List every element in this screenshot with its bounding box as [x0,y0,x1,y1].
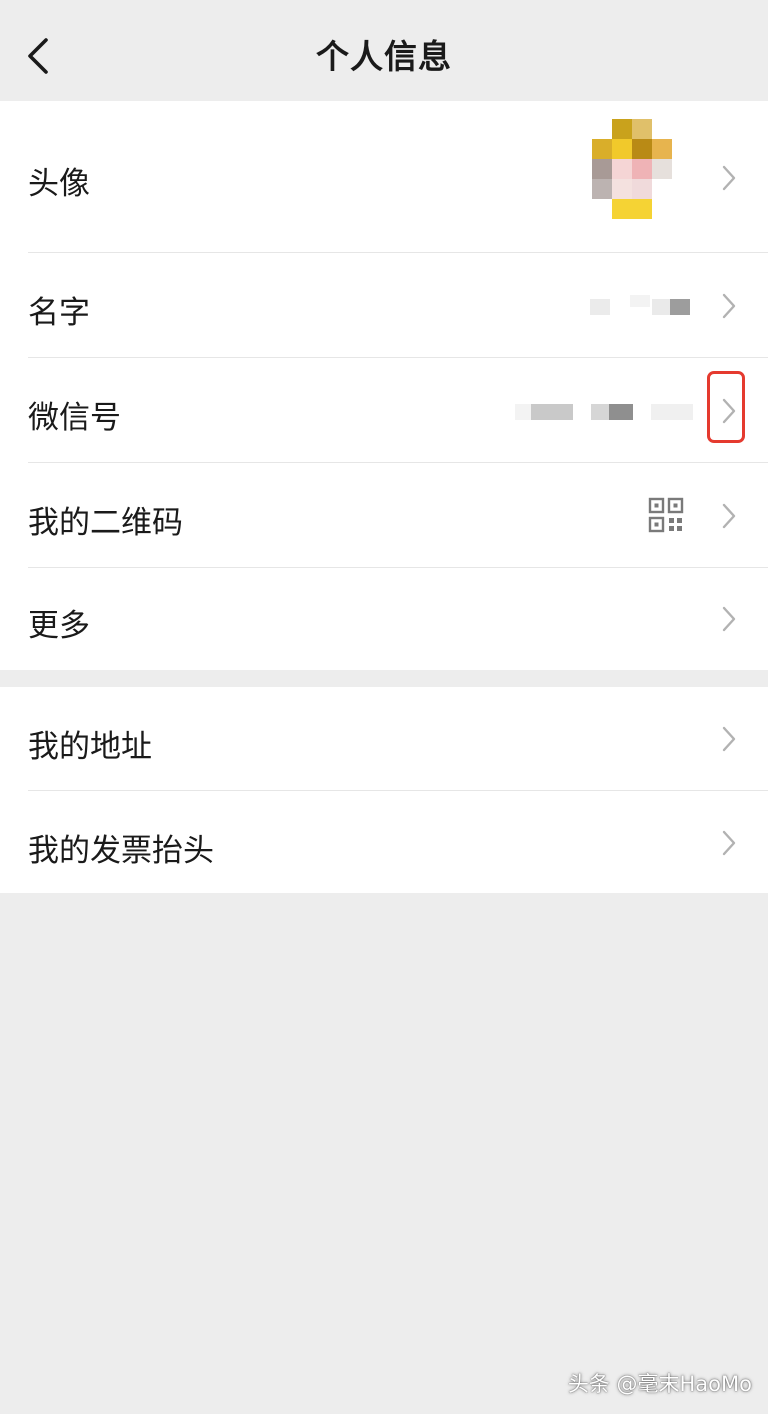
qr-code-icon [648,497,684,533]
list-item-my-address[interactable]: 我的地址 [0,687,768,791]
avatar-label: 头像 [28,166,90,202]
chevron-right-icon [722,606,736,632]
chevron-right-icon [722,503,736,529]
list-item-avatar[interactable]: 头像 [0,101,768,253]
wechat-id-label: 微信号 [28,400,121,436]
pixelated-wechat-id-value [515,404,693,420]
chevron-right-icon [722,293,736,319]
chevron-right-icon [722,830,736,856]
pixelated-name-value [590,295,690,315]
qr-code-label: 我的二维码 [28,505,183,541]
chevron-right-icon [722,726,736,752]
page-title: 个人信息 [316,37,452,76]
avatar-image[interactable] [592,119,672,221]
annotation-highlight-box [707,371,745,443]
invoice-title-label: 我的发票抬头 [28,833,214,869]
chevron-right-icon [722,165,736,191]
top-navigation-bar: 个人信息 [0,0,768,100]
extras-list: 我的地址 我的发票抬头 [0,687,768,893]
profile-info-list: 头像 名字 微信号 我的二维码 更多 [0,101,768,670]
list-item-more[interactable]: 更多 [0,568,768,670]
list-item-name[interactable]: 名字 [0,253,768,358]
list-item-invoice-title[interactable]: 我的发票抬头 [0,791,768,893]
my-address-label: 我的地址 [28,729,152,765]
list-item-qr-code[interactable]: 我的二维码 [0,463,768,568]
watermark-text: 头条 @毫末HaoMo [567,1372,752,1396]
name-label: 名字 [28,295,90,331]
more-label: 更多 [28,608,90,644]
list-item-wechat-id[interactable]: 微信号 [0,358,768,463]
